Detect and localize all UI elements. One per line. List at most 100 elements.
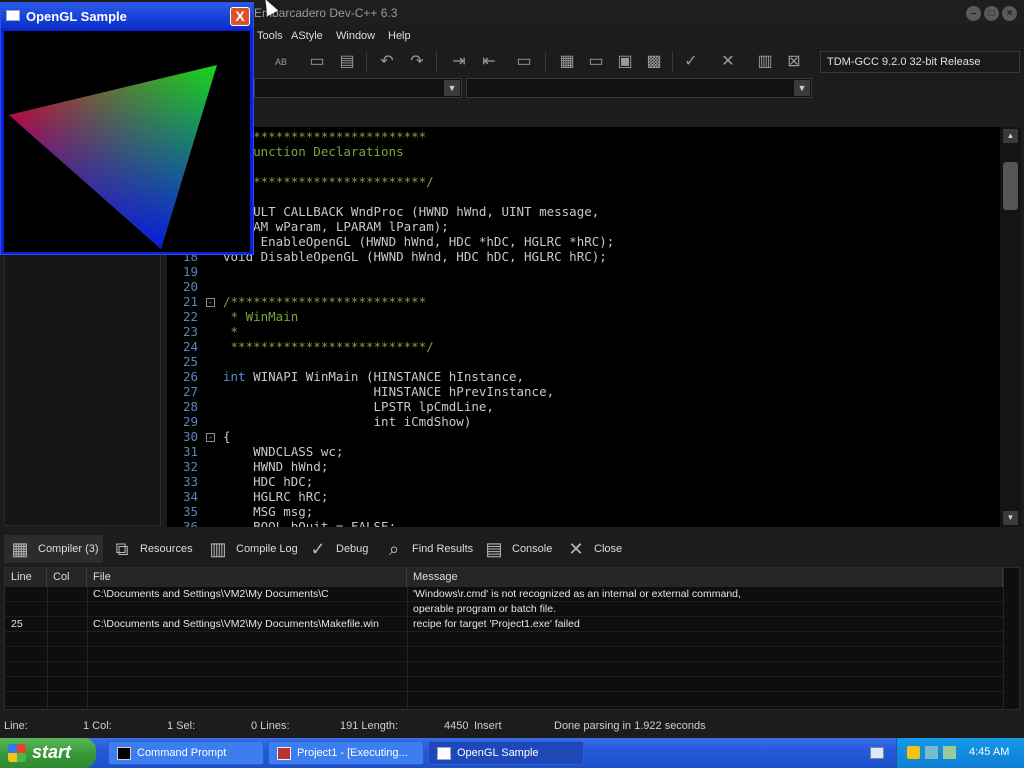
table-row[interactable] [5,647,1005,662]
tiles-icon[interactable]: ▩ [643,51,665,73]
compiler-messages-table[interactable]: Line Col File Message C:\Documents and S… [4,567,1020,710]
code-line[interactable]: WPARAM wParam, LPARAM lParam); [223,219,449,234]
column-header-line[interactable]: Line [5,568,47,587]
tab-find-results[interactable]: ⌕ Find Results [378,535,477,563]
check-icon[interactable]: ✓ [680,51,702,73]
code-line[interactable]: HWND hWnd; [223,459,328,474]
stop-icon[interactable]: ⊠ [783,51,805,73]
table-row[interactable] [5,692,1005,707]
tab-debug[interactable]: ✓ Debug [302,535,372,563]
chevron-down-icon[interactable]: ▼ [794,80,810,96]
code-line[interactable]: /************************** [223,294,426,309]
code-line[interactable]: int WINAPI WinMain (HINSTANCE hInstance, [223,369,524,384]
code-line[interactable]: void DisableOpenGL (HWND hWnd, HDC hDC, … [223,249,607,264]
fold-toggle-icon[interactable]: - [206,433,215,442]
code-line[interactable]: HGLRC hRC; [223,489,328,504]
project-tree[interactable] [4,252,161,526]
editor-scrollbar[interactable]: ▲ ▼ [1000,127,1021,527]
minimize-button[interactable]: – [966,6,981,21]
compiler-icon: ▦ [11,539,29,559]
chevron-down-icon[interactable]: ▼ [444,80,460,96]
cell-message: recipe for target 'Project1.exe' failed [413,618,580,630]
cross-icon[interactable]: ✕ [717,51,739,73]
code-line[interactable]: void EnableOpenGL (HWND hWnd, HDC *hDC, … [223,234,614,249]
opengl-window[interactable]: OpenGL Sample X [0,2,254,255]
menu-window[interactable]: Window [336,30,375,42]
keyboard-icon[interactable] [870,747,884,759]
code-line[interactable]: MSG msg; [223,504,313,519]
code-line[interactable]: * WinMain [223,309,299,324]
window-icon[interactable]: ▭ [585,51,607,73]
start-button[interactable]: start [0,738,96,768]
code-editor[interactable]: /************************** * Function D… [167,127,1000,527]
code-line[interactable]: * [223,324,239,339]
scroll-up-icon[interactable]: ▲ [1003,129,1018,143]
status-col-value: 1 Sel: [167,720,196,732]
code-line[interactable]: { [223,429,231,444]
redo-icon[interactable]: ↷ [406,51,428,73]
line-number: 25 [182,354,198,369]
line-number: 32 [182,459,198,474]
tab-resources[interactable]: ⧉ Resources [106,535,197,563]
safely-remove-icon[interactable] [943,746,956,759]
task-label: Command Prompt [137,747,227,759]
debug-icon: ✓ [310,539,326,559]
tab-console[interactable]: ▤ Console [478,535,556,563]
code-line[interactable]: HDC hDC; [223,474,313,489]
calculator-icon[interactable]: ▣ [614,51,636,73]
column-header-col[interactable]: Col [47,568,87,587]
taskbar-item-opengl-sample[interactable]: OpenGL Sample [428,741,584,765]
code-line[interactable]: **************************/ [223,339,434,354]
menu-tools[interactable]: Tools [257,30,283,42]
maximize-button[interactable]: □ [984,6,999,21]
tab-compile-log[interactable]: ▥ Compile Log [202,535,302,563]
fold-toggle-icon[interactable]: - [206,298,215,307]
tab-compiler[interactable]: ▦ Compiler (3) [4,535,103,563]
menu-astyle[interactable]: AStyle [291,30,323,42]
code-line[interactable]: HINSTANCE hPrevInstance, [223,384,555,399]
table-row[interactable] [5,632,1005,647]
code-line[interactable]: **************************/ [223,174,434,189]
taskbar-item-project1[interactable]: Project1 - [Executing... [268,741,424,765]
table-row[interactable]: 25 C:\Documents and Settings\VM2\My Docu… [5,617,1005,632]
class-combo[interactable]: ▼ [254,78,462,98]
unindent-icon[interactable]: ⇤ [478,51,500,73]
code-line[interactable]: int iCmdShow) [223,414,472,429]
code-line[interactable]: LRESULT CALLBACK WndProc (HWND hWnd, UIN… [223,204,599,219]
compiler-select[interactable]: TDM-GCC 9.2.0 32-bit Release [820,51,1020,73]
toggle-icon[interactable]: ▤ [336,51,358,73]
line-number: 23 [182,324,198,339]
comment-icon[interactable]: ▭ [306,51,328,73]
indent-icon[interactable]: ⇥ [448,51,470,73]
opengl-titlebar[interactable]: OpenGL Sample X [1,3,253,29]
table-row[interactable]: C:\Documents and Settings\VM2\My Documen… [5,587,1005,602]
bookmark-icon[interactable]: ▭ [513,51,535,73]
function-combo[interactable]: ▼ [466,78,812,98]
close-button[interactable]: X [230,7,250,26]
table-row[interactable]: operable program or batch file. [5,602,1005,617]
status-line-label: Line: [4,720,28,732]
devcpp-icon [277,747,291,760]
security-shield-icon[interactable] [907,746,920,759]
menu-help[interactable]: Help [388,30,411,42]
code-line[interactable]: BOOL bQuit = FALSE; [223,519,396,527]
network-icon[interactable] [925,746,938,759]
scroll-thumb[interactable] [1003,162,1018,210]
scroll-down-icon[interactable]: ▼ [1003,511,1018,525]
clock[interactable]: 4:45 AM [969,746,1009,758]
opengl-canvas[interactable] [4,31,250,252]
column-header-file[interactable]: File [87,568,407,587]
undo-icon[interactable]: ↶ [376,51,398,73]
close-window-button[interactable]: × [1002,6,1017,21]
column-header-message[interactable]: Message [407,568,1003,587]
code-line[interactable]: LPSTR lpCmdLine, [223,399,494,414]
chart-icon[interactable]: ▥ [754,51,776,73]
tab-close[interactable]: ✕ Close [560,535,626,563]
replace-icon[interactable]: AB [270,51,292,73]
tab-label: Resources [140,543,193,555]
taskbar-item-command-prompt[interactable]: Command Prompt [108,741,264,765]
table-row[interactable] [5,677,1005,692]
grid-icon[interactable]: ▦ [556,51,578,73]
table-row[interactable] [5,662,1005,677]
code-line[interactable]: WNDCLASS wc; [223,444,343,459]
